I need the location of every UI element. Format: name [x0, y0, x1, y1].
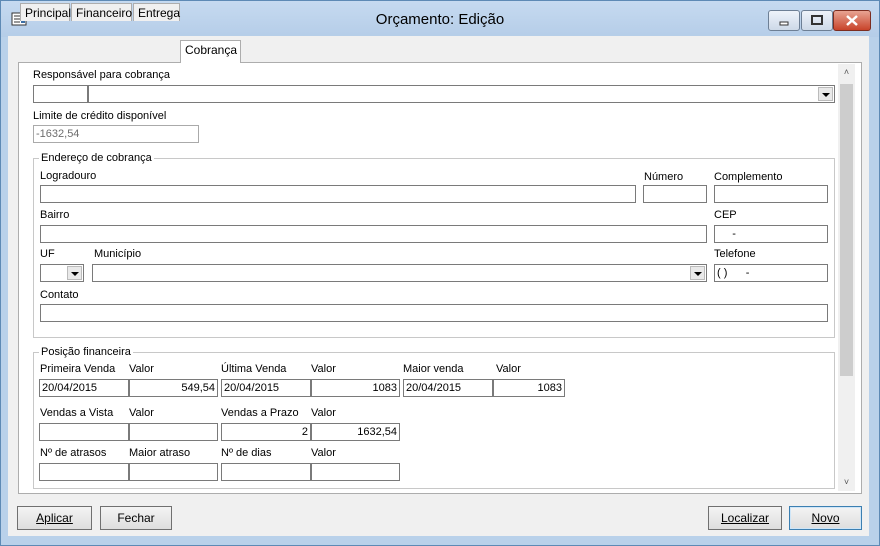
maior-atraso-label: Maior atraso [129, 447, 191, 459]
valor2-field[interactable]: 1083 [311, 379, 400, 397]
tab-cobranca[interactable]: Cobrança [180, 40, 241, 63]
maior-atraso-field[interactable] [129, 463, 218, 481]
bairro-label: Bairro [40, 209, 70, 221]
fechar-button[interactable]: Fechar [100, 506, 172, 530]
logradouro-label: Logradouro [40, 170, 97, 182]
limite-field[interactable]: -1632,54 [33, 125, 199, 143]
novo-label: Novo [811, 511, 840, 525]
valor1-field[interactable]: 549,54 [129, 379, 218, 397]
complemento-label: Complemento [714, 171, 783, 183]
atrasos-label: Nº de atrasos [40, 447, 107, 459]
valor5-field[interactable]: 1632,54 [311, 423, 400, 441]
vendas-prazo-label: Vendas a Prazo [221, 407, 299, 419]
atrasos-field[interactable] [39, 463, 129, 481]
valor3-field[interactable]: 1083 [493, 379, 565, 397]
vendas-vista-field[interactable] [39, 423, 129, 441]
municipio-select[interactable] [92, 264, 707, 282]
ultima-venda-field[interactable]: 20/04/2015 [221, 379, 311, 397]
bairro-field[interactable] [40, 225, 707, 243]
cep-label: CEP [714, 209, 737, 221]
uf-select[interactable] [40, 264, 84, 282]
scrollbar-thumb[interactable] [840, 84, 853, 376]
contato-field[interactable] [40, 304, 828, 322]
complemento-field[interactable] [714, 185, 828, 203]
telefone-label: Telefone [714, 248, 756, 260]
scroll-up-icon[interactable]: ˄ [838, 64, 855, 81]
maior-venda-field[interactable]: 20/04/2015 [403, 379, 493, 397]
chevron-down-icon[interactable] [67, 266, 82, 280]
maior-venda-label: Maior venda [403, 363, 464, 375]
municipio-label: Município [94, 248, 142, 260]
valor4-field[interactable] [129, 423, 218, 441]
minimize-icon [779, 21, 789, 26]
maximize-button[interactable] [801, 10, 833, 31]
minimize-button[interactable] [768, 10, 800, 31]
close-icon [846, 15, 858, 26]
endereco-group-title: Endereço de cobrança [39, 152, 154, 164]
localizar-label: Localizar [720, 511, 770, 525]
valor6-field[interactable] [311, 463, 400, 481]
valor4-label: Valor [129, 407, 154, 419]
dias-label: Nº de dias [221, 447, 272, 459]
maximize-icon [811, 15, 823, 25]
tab-principal[interactable]: Principal [20, 3, 71, 21]
responsavel-label: Responsável para cobrança [33, 69, 170, 81]
aplicar-button[interactable]: Aplicar [17, 506, 92, 530]
ultima-venda-label: Última Venda [221, 363, 287, 375]
valor3-label: Valor [496, 363, 521, 375]
novo-button[interactable]: Novo [789, 506, 862, 530]
responsavel-code-field[interactable] [33, 85, 88, 103]
vertical-scrollbar[interactable]: ˄ ˅ [838, 64, 855, 491]
primeira-venda-label: Primeira Venda [40, 363, 116, 375]
responsavel-select[interactable] [88, 85, 835, 103]
close-button[interactable] [833, 10, 871, 31]
primeira-venda-field[interactable]: 20/04/2015 [39, 379, 129, 397]
vendas-prazo-field[interactable]: 2 [221, 423, 311, 441]
limite-label: Limite de crédito disponível [33, 110, 167, 122]
localizar-button[interactable]: Localizar [708, 506, 782, 530]
numero-label: Número [644, 171, 684, 183]
valor2-label: Valor [311, 363, 336, 375]
scroll-down-icon[interactable]: ˅ [838, 474, 855, 491]
valor6-label: Valor [311, 447, 336, 459]
numero-field[interactable] [643, 185, 707, 203]
aplicar-label: Aplicar [36, 511, 73, 525]
valor1-label: Valor [129, 363, 154, 375]
dias-field[interactable] [221, 463, 311, 481]
valor5-label: Valor [311, 407, 336, 419]
tab-financeiro[interactable]: Financeiro [71, 3, 132, 21]
posicao-group-title: Posição financeira [39, 346, 133, 358]
telefone-field[interactable]: ( ) - [714, 264, 828, 282]
chevron-down-icon[interactable] [690, 266, 705, 280]
logradouro-field[interactable] [40, 185, 636, 203]
uf-label: UF [40, 248, 55, 260]
contato-label: Contato [40, 289, 79, 301]
vendas-vista-label: Vendas a Vista [40, 407, 114, 419]
cep-field[interactable]: - [714, 225, 828, 243]
tab-entrega[interactable]: Entrega [133, 3, 180, 21]
chevron-down-icon[interactable] [818, 87, 833, 101]
